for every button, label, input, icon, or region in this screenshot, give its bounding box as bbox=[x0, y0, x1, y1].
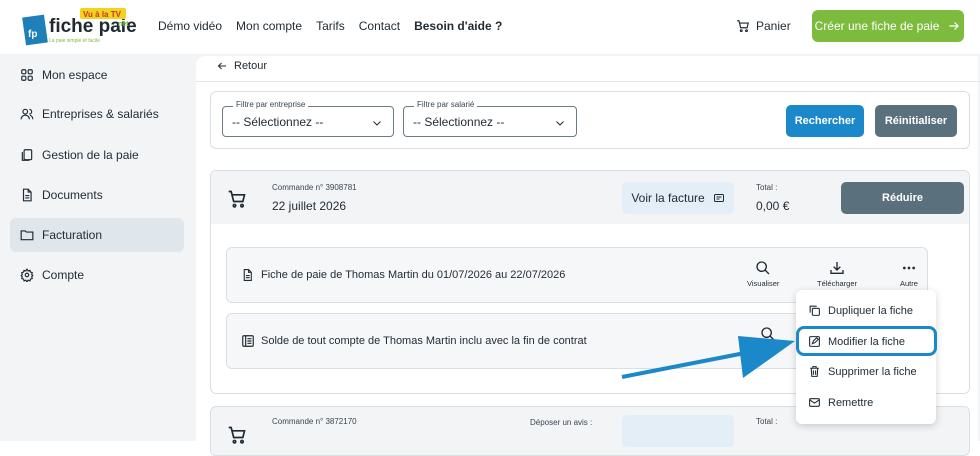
annotation-arrow bbox=[621, 336, 795, 379]
